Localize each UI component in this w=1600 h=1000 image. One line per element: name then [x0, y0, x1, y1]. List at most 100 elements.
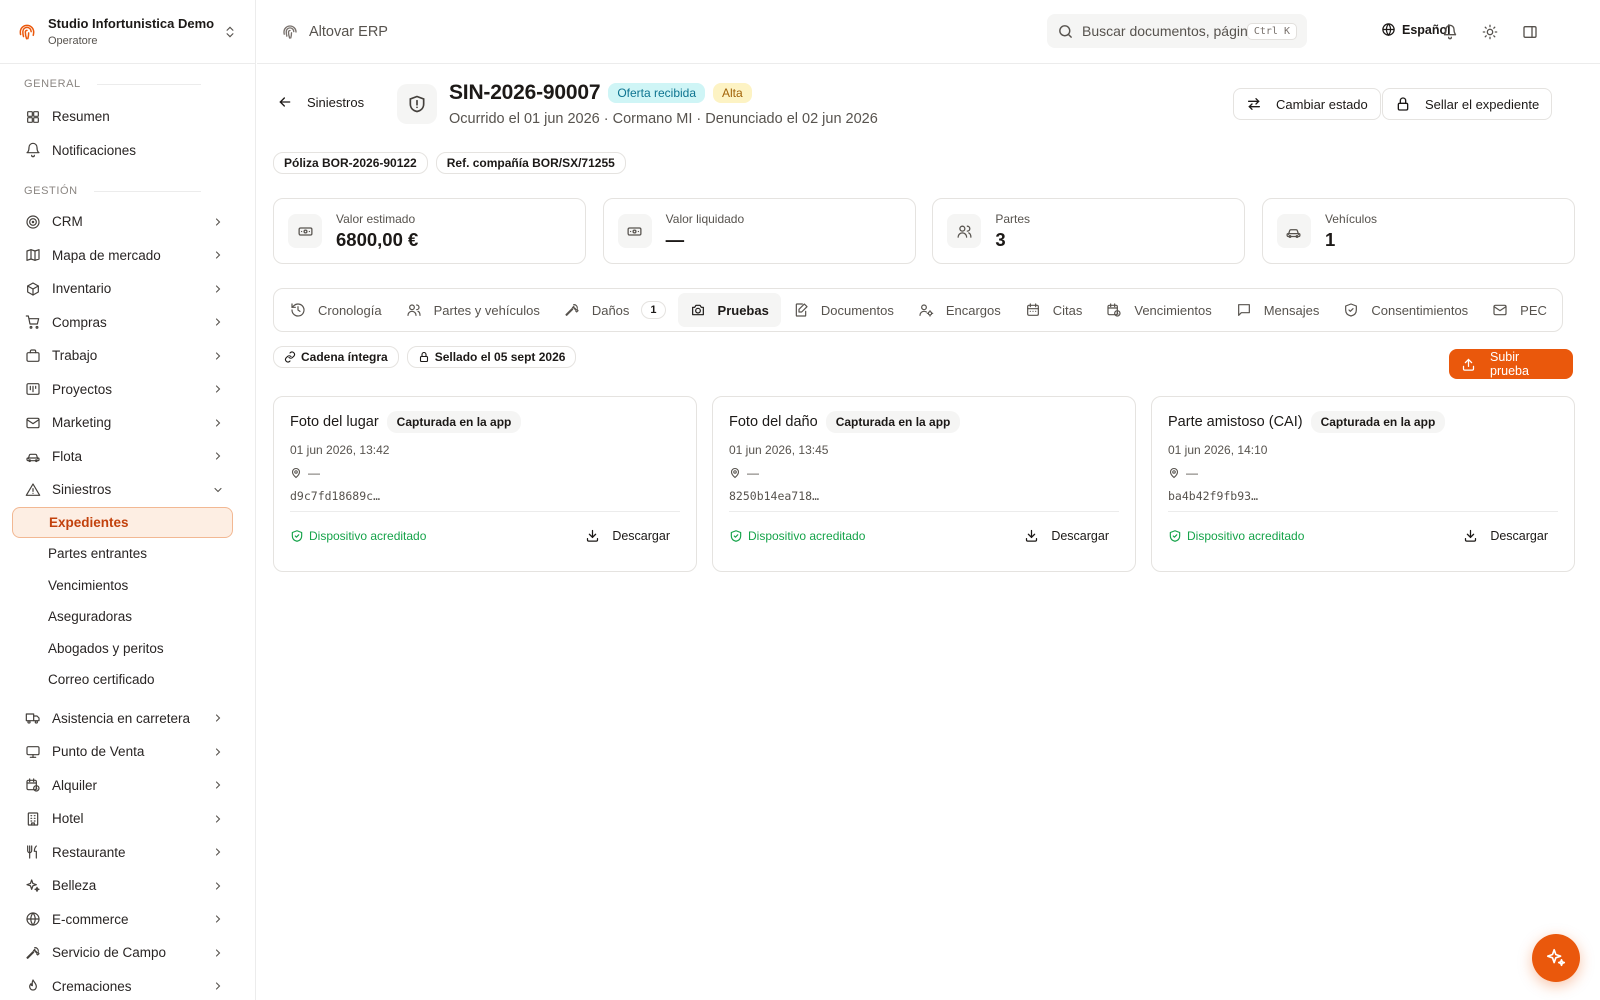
evidence-cards: Foto del lugar Capturada en la app 01 jun … — [273, 396, 1575, 572]
sidebar-item-label: CRM — [52, 214, 83, 230]
sidebar-item-cremaciones[interactable]: Cremaciones — [0, 970, 255, 1000]
download-button[interactable]: Descargar — [1014, 522, 1119, 549]
warning-icon — [24, 481, 42, 499]
download-button[interactable]: Descargar — [1453, 522, 1558, 549]
company-ref-chip[interactable]: Ref. compañía BOR/SX/71255 — [435, 152, 626, 174]
org-switcher[interactable]: Studio Infortunistica Demo Operatore — [0, 0, 255, 64]
case-ref-chips: Póliza BOR-2026-90122 Ref. compañía BOR/… — [273, 152, 634, 174]
sidebar-item-label: Compras — [52, 314, 107, 330]
sidebar-item-notificaciones[interactable]: Notificaciones — [0, 134, 255, 168]
stat-card: Valor liquidado — — [602, 198, 916, 264]
chevrons-up-down-icon — [221, 23, 239, 41]
sidebar-subitem-vencimientos[interactable]: Vencimientos — [0, 570, 255, 602]
sidebar-subitem-partes-entrantes[interactable]: Partes entrantes — [0, 538, 255, 570]
sealed-chip: Sellado el 05 sept 2026 — [406, 346, 577, 368]
verified-device: Dispositivo acreditado — [290, 529, 426, 543]
building-icon — [24, 810, 42, 828]
truck-icon — [24, 709, 42, 727]
tab-vencimientos[interactable]: Vencimientos — [1094, 293, 1223, 327]
sidebar-item-mapa-de-mercado[interactable]: Mapa de mercado — [0, 239, 255, 273]
grid-icon — [24, 108, 42, 126]
sidebar-item-crm[interactable]: CRM — [0, 205, 255, 239]
arrows-swap-icon — [1246, 96, 1262, 112]
sidebar-item-alquiler[interactable]: Alquiler — [0, 769, 255, 803]
wrench-icon — [564, 302, 580, 318]
sidebar-item-label: E-commerce — [52, 911, 129, 927]
sidebar-subitem-aseguradoras[interactable]: Aseguradoras — [0, 601, 255, 633]
sidebar-item-inventario[interactable]: Inventario — [0, 272, 255, 306]
fingerprint-logo-icon — [16, 21, 38, 43]
search-input[interactable]: Buscar documentos, páginas... Ctrl K — [1047, 14, 1307, 48]
download-button[interactable]: Descargar — [575, 522, 680, 549]
upload-evidence-button[interactable]: Subir prueba — [1449, 349, 1573, 379]
back-link[interactable]: Siniestros — [277, 94, 364, 110]
evidence-hash: ba4b42f9fb93… — [1168, 489, 1259, 503]
bell-icon[interactable] — [1440, 22, 1460, 42]
sidebar-subitem-expedientes[interactable]: Expedientes — [12, 506, 233, 538]
divider — [1168, 511, 1558, 512]
app-brand[interactable]: Altovar ERP — [281, 23, 388, 41]
priority-badge: Alta — [713, 83, 752, 103]
tab-label: PEC — [1520, 302, 1547, 318]
tab-citas[interactable]: Citas — [1013, 293, 1095, 327]
tab-encargos[interactable]: Encargos — [906, 293, 1013, 327]
tab-partes-y-vehiculos[interactable]: Partes y vehículos — [394, 293, 552, 327]
seal-case-button[interactable]: Sellar el expediente — [1382, 88, 1553, 120]
sidebar-item-label: Notificaciones — [52, 142, 137, 158]
sidebar-item-label: Asistencia en carretera — [52, 710, 191, 726]
sun-icon[interactable] — [1480, 22, 1500, 42]
tab-pec[interactable]: PEC — [1480, 293, 1559, 327]
evidence-status-chips: Cadena íntegra Sellado el 05 sept 2026 — [273, 346, 584, 368]
location-value: — — [1186, 466, 1198, 480]
history-icon — [290, 302, 306, 318]
chain-intact-chip: Cadena íntegra — [273, 346, 399, 368]
sidebar-item-e-commerce[interactable]: E-commerce — [0, 903, 255, 937]
tab-mensajes[interactable]: Mensajes — [1224, 293, 1332, 327]
back-label: Siniestros — [307, 94, 365, 110]
sidebar-subitem-abogados-y-peritos[interactable]: Abogados y peritos — [0, 633, 255, 665]
change-state-button[interactable]: Cambiar estado — [1233, 88, 1381, 120]
panel-toggle-icon[interactable] — [1520, 22, 1540, 42]
sidebar-item-label: Trabajo — [52, 348, 98, 364]
page-title: SIN-2026-90007 — [449, 81, 601, 104]
mail-icon — [1492, 302, 1508, 318]
sidebar-item-label: Proyectos — [52, 381, 113, 397]
sidebar-item-trabajo[interactable]: Trabajo — [0, 339, 255, 373]
sidebar-item-asistencia-en-carretera[interactable]: Asistencia en carretera — [0, 702, 255, 736]
tab-consentimientos[interactable]: Consentimientos — [1331, 293, 1480, 327]
sealed-label: Sellado el 05 sept 2026 — [434, 350, 566, 364]
ai-assistant-button[interactable] — [1532, 934, 1580, 982]
arrow-left-icon — [277, 94, 293, 110]
sidebar-item-label: Hotel — [52, 811, 84, 827]
evidence-card[interactable]: Parte amistoso (CAI) Capturada en la app 0… — [1151, 396, 1575, 572]
sidebar-item-punto-de-venta[interactable]: Punto de Venta — [0, 735, 255, 769]
fingerprint-icon — [281, 23, 299, 41]
sidebar-item-hotel[interactable]: Hotel — [0, 802, 255, 836]
sidebar-item-label: Inventario — [52, 281, 112, 297]
sidebar-item-belleza[interactable]: Belleza — [0, 869, 255, 903]
sidebar-item-servicio-de-campo[interactable]: Servicio de Campo — [0, 936, 255, 970]
tab-cronologia[interactable]: Cronología — [278, 293, 394, 327]
policy-chip[interactable]: Póliza BOR-2026-90122 — [273, 152, 428, 174]
tab-documentos[interactable]: Documentos — [781, 293, 906, 327]
chevron-right-icon — [211, 711, 225, 725]
sidebar-item-flota[interactable]: Flota — [0, 440, 255, 474]
evidence-card[interactable]: Foto del lugar Capturada en la app 01 jun … — [273, 396, 697, 572]
sidebar-item-marketing[interactable]: Marketing — [0, 406, 255, 440]
sidebar-subitem-correo-certificado[interactable]: Correo certificado — [0, 664, 255, 696]
sidebar-item-resumen[interactable]: Resumen — [0, 100, 255, 134]
tab-pruebas[interactable]: Pruebas — [677, 293, 781, 327]
section-label-general: GENERAL — [0, 74, 255, 94]
evidence-date: 01 jun 2026, 13:42 — [290, 443, 390, 457]
chevron-right-icon — [211, 879, 225, 893]
stat-label: Vehículos — [1324, 211, 1378, 226]
chevron-right-icon — [211, 349, 225, 363]
evidence-card[interactable]: Foto del daño Capturada en la app 01 jun 2… — [712, 396, 1136, 572]
download-label: Descargar — [612, 528, 670, 543]
sidebar-item-siniestros[interactable]: Siniestros — [0, 473, 255, 507]
sidebar-item-restaurante[interactable]: Restaurante — [0, 836, 255, 870]
tab-danos[interactable]: Daños 1 — [552, 293, 678, 327]
chevron-right-icon — [211, 215, 225, 229]
sidebar-item-proyectos[interactable]: Proyectos — [0, 373, 255, 407]
sidebar-item-compras[interactable]: Compras — [0, 306, 255, 340]
